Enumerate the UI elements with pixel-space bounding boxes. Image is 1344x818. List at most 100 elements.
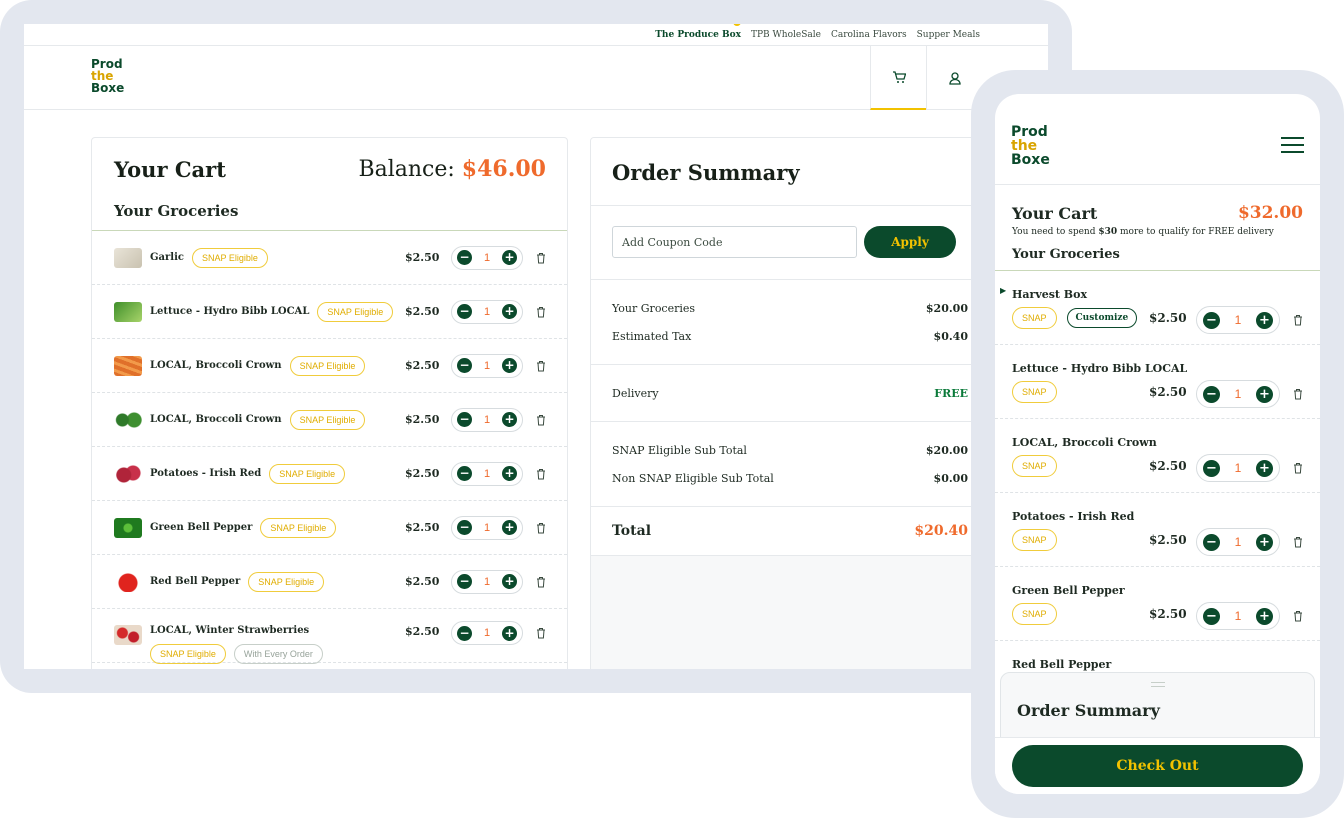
- trash-icon[interactable]: [536, 252, 546, 264]
- plus-icon[interactable]: +: [1256, 385, 1273, 403]
- item-name[interactable]: LOCAL, Broccoli Crown: [1012, 436, 1157, 449]
- quantity-value[interactable]: 1: [1235, 535, 1242, 549]
- item-name[interactable]: Potatoes - Irish Red: [1012, 510, 1134, 523]
- quantity-value[interactable]: 1: [484, 414, 490, 426]
- plus-icon[interactable]: +: [502, 412, 517, 427]
- item-price: $2.50: [405, 521, 440, 534]
- note-amount: $30: [1098, 227, 1118, 237]
- plus-icon[interactable]: +: [502, 520, 517, 535]
- item-name[interactable]: Harvest Box: [1012, 288, 1087, 301]
- trash-icon[interactable]: [1293, 536, 1303, 548]
- quantity-value[interactable]: 1: [1235, 461, 1242, 475]
- cart-header: Your Cart Balance: $46.00: [92, 138, 567, 182]
- item-name[interactable]: Garlic: [150, 252, 184, 263]
- quantity-stepper: −1 +: [451, 353, 523, 378]
- top-nav: The Produce Box TPB WholeSale Carolina F…: [24, 24, 1048, 46]
- total-block: Total $20.40: [591, 507, 989, 556]
- cart-item: Lettuce - Hydro Bibb LOCAL SNAP Eligible…: [92, 285, 567, 339]
- quantity-value[interactable]: 1: [484, 468, 490, 480]
- item-name[interactable]: LOCAL, Broccoli Crown: [150, 360, 282, 371]
- nav-tpb-wholesale[interactable]: TPB WholeSale: [751, 30, 821, 40]
- minus-icon[interactable]: −: [1203, 385, 1220, 403]
- snap-badge: SNAP: [1012, 455, 1057, 477]
- minus-icon[interactable]: −: [457, 358, 472, 373]
- snap-badge: SNAP: [1012, 381, 1057, 403]
- trash-icon[interactable]: [536, 360, 546, 372]
- trash-icon[interactable]: [1293, 610, 1303, 622]
- plus-icon[interactable]: +: [502, 574, 517, 589]
- minus-icon[interactable]: −: [1203, 311, 1220, 329]
- plus-icon[interactable]: +: [502, 466, 517, 481]
- trash-icon[interactable]: [536, 414, 546, 426]
- trash-icon[interactable]: [536, 522, 546, 534]
- item-name[interactable]: Green Bell Pepper: [150, 522, 252, 533]
- quantity-value[interactable]: 1: [1235, 387, 1242, 401]
- item-name[interactable]: Green Bell Pepper: [1012, 584, 1125, 597]
- cart-button[interactable]: [870, 46, 926, 110]
- coupon-input[interactable]: Add Coupon Code: [612, 226, 857, 258]
- checkout-button[interactable]: Check Out: [1012, 745, 1303, 787]
- quantity-value[interactable]: 1: [484, 360, 490, 372]
- minus-icon[interactable]: −: [1203, 607, 1220, 625]
- nav-carolina-flavors[interactable]: Carolina Flavors: [831, 30, 907, 40]
- quantity-stepper: − 1 +: [1196, 380, 1280, 408]
- item-name[interactable]: Lettuce - Hydro Bibb LOCAL: [1012, 362, 1187, 375]
- sheet-drag-handle[interactable]: [1151, 682, 1165, 687]
- quantity-value[interactable]: 1: [484, 576, 490, 588]
- item-name[interactable]: Lettuce - Hydro Bibb LOCAL: [150, 306, 309, 317]
- nav-supper-meals[interactable]: Supper Meals: [917, 30, 980, 40]
- item-info: LOCAL, Winter Strawberries SNAP Eligible…: [150, 625, 323, 664]
- trash-icon[interactable]: [536, 576, 546, 588]
- minus-icon[interactable]: −: [457, 412, 472, 427]
- phone-logo[interactable]: Prod the Boxe: [1011, 125, 1050, 167]
- trash-icon[interactable]: [536, 468, 546, 480]
- quantity-value[interactable]: 1: [1235, 313, 1242, 327]
- quantity-value[interactable]: 1: [484, 522, 490, 534]
- trash-icon[interactable]: [536, 627, 546, 639]
- coupon-row: Add Coupon Code Apply: [591, 206, 989, 280]
- minus-icon[interactable]: −: [1203, 533, 1220, 551]
- plus-icon[interactable]: +: [502, 625, 517, 641]
- nav-the-produce-box[interactable]: The Produce Box: [655, 30, 741, 40]
- customize-button[interactable]: Customize: [1066, 308, 1138, 328]
- minus-icon[interactable]: −: [457, 574, 472, 589]
- item-name[interactable]: LOCAL, Winter Strawberries: [150, 625, 323, 636]
- active-nav-indicator: [733, 24, 741, 26]
- trash-icon[interactable]: [536, 306, 546, 318]
- quantity-value[interactable]: 1: [1235, 609, 1242, 623]
- trash-icon[interactable]: [1293, 388, 1303, 400]
- minus-icon[interactable]: −: [1203, 459, 1220, 477]
- item-name[interactable]: Red Bell Pepper: [150, 576, 240, 587]
- plus-icon[interactable]: +: [1256, 533, 1273, 551]
- minus-icon[interactable]: −: [457, 250, 472, 265]
- plus-icon[interactable]: +: [1256, 459, 1273, 477]
- logo[interactable]: Prod the Boxe: [91, 58, 124, 94]
- item-name[interactable]: Red Bell Pepper: [1012, 658, 1111, 671]
- plus-icon[interactable]: +: [502, 304, 517, 319]
- item-name[interactable]: LOCAL, Broccoli Crown: [150, 414, 282, 425]
- trash-icon[interactable]: [1293, 314, 1303, 326]
- plus-icon[interactable]: +: [1256, 311, 1273, 329]
- expand-arrow-icon[interactable]: ▶: [1000, 286, 1006, 295]
- snap-badge: SNAP Eligible: [289, 355, 366, 376]
- plus-icon[interactable]: +: [502, 358, 517, 373]
- item-price: $2.50: [1149, 311, 1187, 325]
- plus-icon[interactable]: +: [502, 250, 517, 265]
- potato-image: [114, 463, 142, 484]
- minus-icon[interactable]: −: [457, 304, 472, 319]
- quantity-value[interactable]: 1: [484, 627, 490, 639]
- hamburger-menu-icon[interactable]: [1281, 137, 1304, 153]
- item-name[interactable]: Potatoes - Irish Red: [150, 468, 261, 479]
- quantity-value[interactable]: 1: [484, 252, 490, 264]
- minus-icon[interactable]: −: [457, 520, 472, 535]
- item-badges: SNAP Customize: [1012, 305, 1138, 331]
- delivery-note: You need to spend $30 more to qualify fo…: [1012, 227, 1303, 237]
- apply-button[interactable]: Apply: [864, 226, 956, 258]
- plus-icon[interactable]: +: [1256, 607, 1273, 625]
- snap-value: $20.00: [925, 443, 968, 457]
- minus-icon[interactable]: −: [457, 466, 472, 481]
- minus-icon[interactable]: −: [457, 625, 472, 641]
- trash-icon[interactable]: [1293, 462, 1303, 474]
- summary-title: Order Summary: [612, 160, 800, 185]
- quantity-value[interactable]: 1: [484, 306, 490, 318]
